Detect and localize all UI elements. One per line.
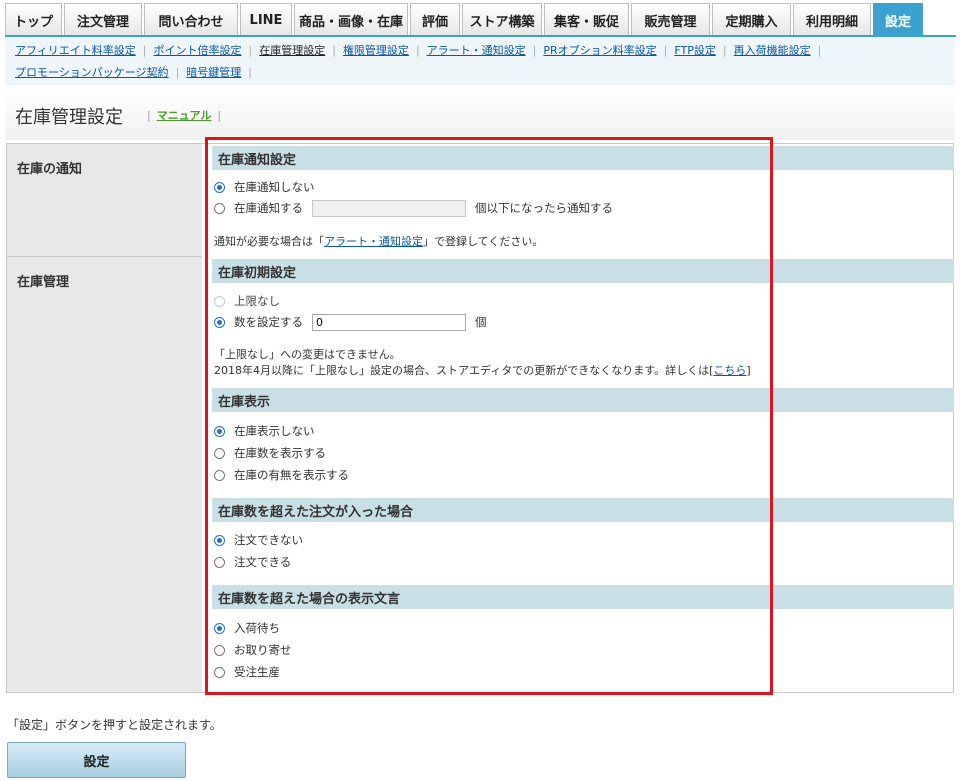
initial-note-1: 「上限なし」への変更はできません。 — [214, 348, 401, 361]
option-display-count[interactable]: 在庫数を表示する — [214, 444, 326, 462]
initial-count-input[interactable] — [312, 313, 466, 331]
tab-top[interactable]: トップ — [5, 3, 62, 36]
settings-form: 在庫の通知 在庫管理 在庫通知設定 在庫通知しない 在庫通知する 個以下になった… — [6, 143, 954, 693]
tab-orders[interactable]: 注文管理 — [64, 3, 142, 36]
option-display-availability[interactable]: 在庫の有無を表示する — [214, 466, 349, 484]
subnav-encryption-keys[interactable]: 暗号鍵管理 — [186, 64, 241, 80]
subnav-point-rate[interactable]: ポイント倍率設定 — [154, 42, 242, 58]
radio-display-availability[interactable] — [214, 469, 225, 481]
alert-settings-link[interactable]: アラート・通知設定 — [324, 235, 423, 248]
section-over-text-heading: 在庫数を超えた場合の表示文言 — [212, 585, 954, 609]
radio-awaiting-restock[interactable] — [214, 622, 225, 634]
main-tab-bar: トップ 注文管理 問い合わせ LINE 商品・画像・在庫 評価 ストア構築 集客… — [5, 3, 925, 36]
option-notify-off[interactable]: 在庫通知しない — [214, 178, 315, 196]
tab-products[interactable]: 商品・画像・在庫 — [294, 3, 408, 36]
subnav-affiliate-rate[interactable]: アフィリエイト料率設定 — [15, 42, 136, 58]
option-unlimited[interactable]: 上限なし — [214, 292, 280, 310]
option-awaiting-restock[interactable]: 入荷待ち — [214, 619, 280, 637]
radio-made-to-order[interactable] — [214, 666, 225, 678]
tab-billing[interactable]: 利用明細 — [793, 3, 871, 36]
submit-button[interactable]: 設定 — [7, 742, 186, 778]
sub-navigation: アフィリエイト料率設定 | ポイント倍率設定 | 在庫管理設定 | 権限管理設定 | ア… — [5, 37, 955, 85]
subnav-ftp-settings[interactable]: FTP設定 — [674, 42, 716, 58]
tab-sales[interactable]: 販売管理 — [631, 3, 710, 36]
option-order-allowed[interactable]: 注文できる — [214, 553, 291, 571]
option-made-to-order[interactable]: 受注生産 — [214, 663, 280, 681]
footer-instruction: 「設定」ボタンを押すと設定されます。 — [7, 718, 222, 732]
radio-notify-off[interactable] — [214, 181, 225, 193]
section-notify-heading: 在庫通知設定 — [212, 146, 954, 170]
subnav-inventory-settings[interactable]: 在庫管理設定 — [259, 42, 325, 58]
subnav-alert-settings[interactable]: アラート・通知設定 — [427, 42, 526, 58]
notify-threshold-input[interactable] — [312, 199, 466, 217]
option-notify-on[interactable]: 在庫通知する 個以下になったら通知する — [214, 199, 613, 217]
notify-note: 通知が必要な場合は「アラート・通知設定」で登録してください。 — [214, 235, 544, 248]
radio-order-allowed[interactable] — [214, 556, 225, 568]
tab-line[interactable]: LINE — [240, 3, 292, 36]
manual-link[interactable]: マニュアル — [157, 109, 212, 122]
initial-note-2: 2018年4月以降に「上限なし」設定の場合、ストアエディタでの更新ができなくなり… — [214, 364, 751, 377]
option-backorder[interactable]: お取り寄せ — [214, 641, 292, 659]
row-label-notify: 在庫の通知 — [17, 162, 83, 177]
tab-inquiries[interactable]: 問い合わせ — [144, 3, 238, 36]
page-header: 在庫管理設定 | マニュアル | — [5, 88, 955, 140]
tab-settings[interactable]: 設定 — [873, 3, 923, 36]
subnav-restock-settings[interactable]: 再入荷機能設定 — [734, 42, 811, 58]
radio-backorder[interactable] — [214, 644, 225, 656]
radio-set-count[interactable] — [214, 316, 225, 328]
tab-reviews[interactable]: 評価 — [410, 3, 460, 36]
radio-order-not-allowed[interactable] — [214, 534, 225, 546]
option-order-not-allowed[interactable]: 注文できない — [214, 531, 303, 549]
subnav-promotion-package[interactable]: プロモーションパッケージ契約 — [15, 64, 169, 80]
section-display-heading: 在庫表示 — [212, 388, 954, 412]
section-initial-heading: 在庫初期設定 — [212, 259, 954, 283]
subnav-pr-option-rate[interactable]: PRオプション料率設定 — [543, 42, 656, 58]
row-label-management: 在庫管理 — [17, 275, 70, 290]
subnav-permissions[interactable]: 権限管理設定 — [343, 42, 409, 58]
details-link[interactable]: こちら — [713, 364, 746, 377]
option-set-count[interactable]: 数を設定する 個 — [214, 313, 487, 331]
tab-subscription[interactable]: 定期購入 — [712, 3, 791, 36]
radio-notify-on[interactable] — [214, 202, 225, 214]
radio-unlimited[interactable] — [214, 295, 225, 307]
section-over-order-heading: 在庫数を超えた注文が入った場合 — [212, 498, 954, 522]
page-title: 在庫管理設定 — [15, 107, 123, 128]
tab-store-build[interactable]: ストア構築 — [462, 3, 542, 36]
radio-display-none[interactable] — [214, 425, 225, 437]
option-display-none[interactable]: 在庫表示しない — [214, 422, 315, 440]
radio-display-count[interactable] — [214, 447, 225, 459]
tab-promotion[interactable]: 集客・販促 — [544, 3, 629, 36]
